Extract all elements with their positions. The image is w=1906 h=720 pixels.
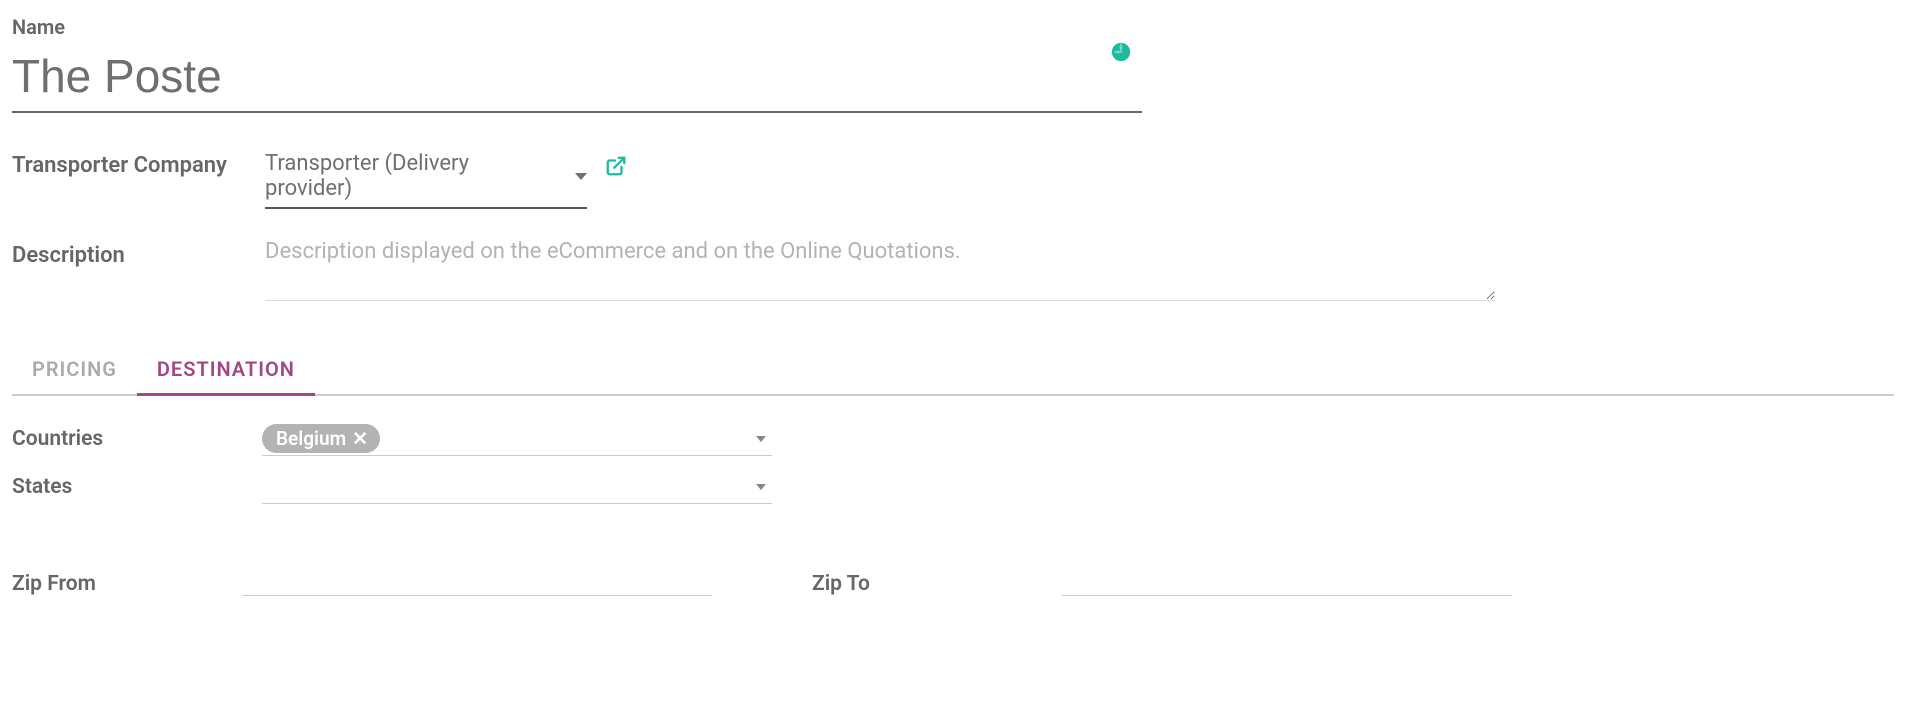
caret-down-icon — [756, 436, 766, 442]
zip-to-input[interactable] — [1062, 568, 1512, 596]
description-row: Description — [12, 237, 1894, 305]
country-tag-belgium[interactable]: Belgium ✕ — [262, 424, 380, 453]
name-input-wrap — [12, 43, 1142, 113]
caret-down-icon — [575, 173, 587, 180]
zip-to-label: Zip To — [812, 572, 1062, 596]
countries-row: Countries Belgium ✕ — [12, 422, 772, 456]
globe-icon[interactable] — [1110, 41, 1132, 63]
states-field[interactable] — [262, 470, 772, 504]
zip-to-block: Zip To — [812, 568, 1512, 596]
tab-pricing[interactable]: PRICING — [12, 345, 137, 396]
caret-down-icon — [756, 484, 766, 490]
description-label: Description — [12, 243, 125, 268]
transporter-select[interactable]: Transporter (Delivery provider) — [265, 147, 587, 209]
destination-panel: Countries Belgium ✕ States — [12, 422, 1894, 518]
transporter-value-text: Transporter (Delivery provider) — [265, 151, 553, 201]
zip-row: Zip From Zip To — [12, 568, 1894, 596]
tab-destination[interactable]: DESTINATION — [137, 345, 315, 396]
states-label: States — [12, 475, 262, 499]
states-row: States — [12, 470, 772, 504]
name-section: Name — [12, 15, 1894, 113]
zip-from-input[interactable] — [242, 568, 712, 596]
country-tag-label: Belgium — [276, 427, 346, 450]
transporter-row: Transporter Company Transporter (Deliver… — [12, 147, 1894, 209]
name-input[interactable] — [12, 43, 1142, 111]
external-link-icon[interactable] — [605, 155, 627, 177]
tabs: PRICING DESTINATION — [12, 345, 1894, 396]
name-label: Name — [12, 15, 1894, 39]
zip-from-label: Zip From — [12, 572, 242, 596]
description-textarea[interactable] — [265, 237, 1495, 301]
countries-label: Countries — [12, 427, 262, 451]
transporter-label: Transporter Company — [12, 153, 227, 178]
remove-tag-icon[interactable]: ✕ — [352, 427, 368, 450]
zip-from-block: Zip From — [12, 568, 732, 596]
countries-field[interactable]: Belgium ✕ — [262, 422, 772, 456]
